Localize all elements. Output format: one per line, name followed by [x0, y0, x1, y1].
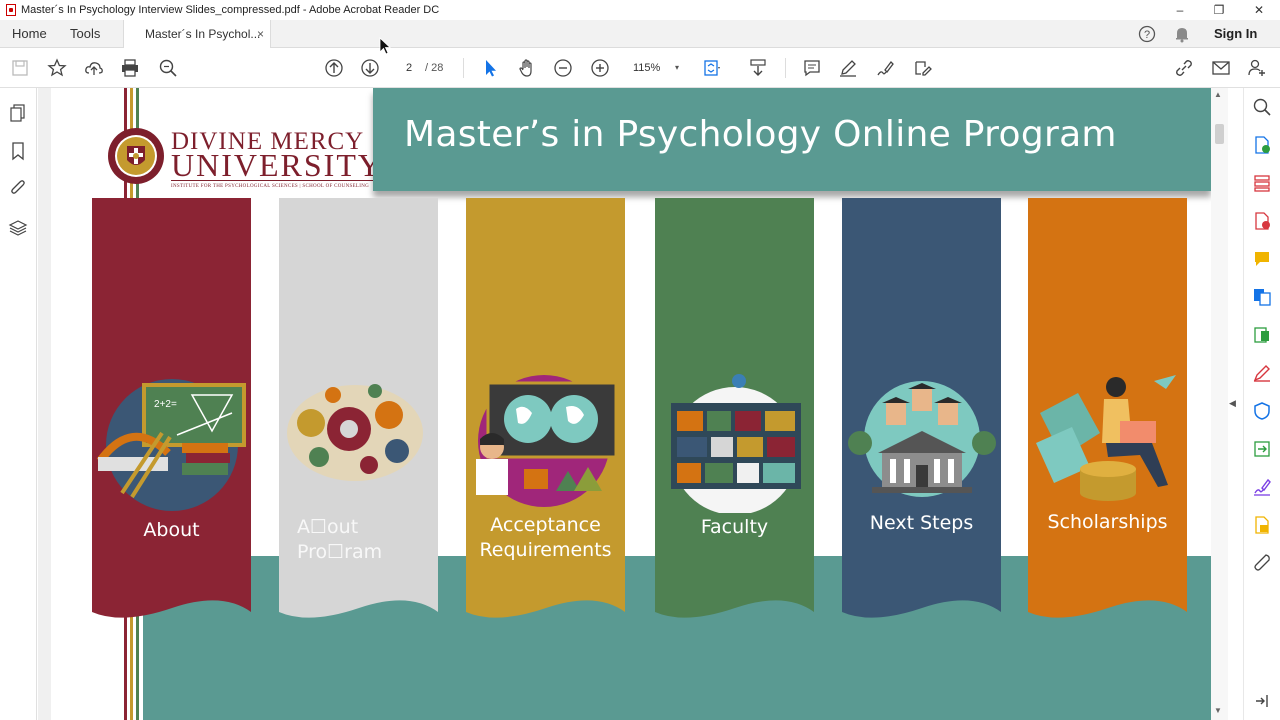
banner-faculty-label: Faculty: [700, 516, 769, 538]
banner-about-program-label: A☐out Pro☐ram: [297, 516, 383, 563]
combine-files-icon[interactable]: [1252, 287, 1272, 307]
scroll-down-arrow-icon[interactable]: ▼: [1214, 706, 1222, 715]
right-tools-panel: [1243, 88, 1280, 720]
comment-icon[interactable]: [800, 56, 824, 80]
tab-tools[interactable]: Tools: [70, 20, 100, 48]
gear-brain-icon: [287, 384, 423, 481]
upload-cloud-icon[interactable]: [82, 56, 106, 80]
add-user-icon[interactable]: [1245, 56, 1269, 80]
zoom-in-icon[interactable]: [588, 56, 612, 80]
zoom-level-value: 115%: [633, 62, 661, 74]
window-title: Master´s In Psychology Interview Slides_…: [21, 4, 440, 16]
help-icon[interactable]: ?: [1138, 25, 1156, 43]
search-tool-icon[interactable]: [1252, 97, 1272, 117]
money-laptop-person-icon: [1036, 375, 1176, 501]
close-tab-icon[interactable]: ×: [257, 20, 264, 48]
main-toolbar: 2 / 28 115% ▾: [0, 48, 1280, 88]
collapse-right-panel-icon[interactable]: ◀: [1229, 398, 1236, 409]
banner-faculty[interactable]: Faculty: [655, 198, 814, 628]
attachments-paperclip-icon[interactable]: [8, 178, 28, 198]
next-page-icon[interactable]: [358, 56, 382, 80]
current-page-input[interactable]: 2: [397, 59, 421, 77]
document-viewport: DIVINE MERCY UNIVERSITY INSTITUTE FOR TH…: [38, 88, 1211, 720]
left-nav-panel: [0, 88, 37, 720]
sign-pen-icon[interactable]: [873, 56, 897, 80]
minimize-button[interactable]: –: [1160, 0, 1200, 20]
toolbar-divider: [463, 58, 464, 78]
select-cursor-icon[interactable]: [478, 56, 502, 80]
logo-subline: INSTITUTE FOR THE PSYCHOLOGICAL SCIENCES…: [171, 184, 370, 189]
logo-line-university: UNIVERSITY: [171, 147, 383, 183]
previous-page-icon[interactable]: [322, 56, 346, 80]
layers-icon[interactable]: [8, 218, 28, 238]
pdf-page: DIVINE MERCY UNIVERSITY INSTITUTE FOR TH…: [51, 88, 1211, 720]
collapse-tools-panel-icon[interactable]: [1252, 691, 1272, 711]
email-icon[interactable]: [1209, 56, 1233, 80]
fill-sign-icon[interactable]: [910, 56, 934, 80]
slide-title: Master’s in Psychology Online Program: [404, 114, 1117, 155]
document-tab-label: Master´s In Psychol...: [145, 27, 261, 41]
banner-next-steps-label: Next Steps: [869, 512, 974, 534]
comment-tool-icon[interactable]: [1252, 249, 1272, 269]
university-seal-icon: [108, 128, 164, 184]
close-window-button[interactable]: ✕: [1239, 0, 1279, 20]
scrollbar-thumb[interactable]: [1215, 124, 1224, 144]
organize-pages-icon[interactable]: [1252, 173, 1272, 193]
protect-shield-icon[interactable]: [1252, 401, 1272, 421]
banner-scholarships[interactable]: Scholarships: [1028, 198, 1187, 628]
fill-sign-tool-icon[interactable]: [1252, 363, 1272, 383]
world-map-teacher-icon: [476, 375, 618, 507]
banner-about-label: About: [143, 519, 200, 541]
restore-button[interactable]: ❐: [1199, 0, 1239, 20]
send-for-review-icon[interactable]: [1252, 439, 1272, 459]
edit-pdf-icon[interactable]: [1252, 325, 1272, 345]
request-signature-icon[interactable]: [1252, 477, 1272, 497]
sign-in-button[interactable]: Sign In: [1214, 20, 1257, 48]
zoom-level-select[interactable]: 115% ▾: [625, 59, 683, 77]
scroll-mode-icon[interactable]: [746, 56, 770, 80]
banner-scholarships-label: Scholarships: [1047, 511, 1168, 533]
create-pdf-icon[interactable]: [1252, 211, 1272, 231]
tab-document[interactable]: Master´s In Psychol... ×: [123, 20, 271, 49]
banner-about[interactable]: 2+2= About: [92, 198, 251, 628]
banner-acceptance-requirements[interactable]: Acceptance Requirements: [466, 198, 625, 628]
tab-home[interactable]: Home: [12, 20, 47, 48]
graduates-building-icon: [848, 381, 996, 497]
export-pdf-icon[interactable]: [1252, 135, 1272, 155]
vertical-scrollbar[interactable]: ▲ ▼: [1211, 88, 1228, 720]
tab-bar: Home Tools Master´s In Psychol... × ? Si…: [0, 20, 1280, 49]
scroll-up-arrow-icon[interactable]: ▲: [1214, 90, 1222, 99]
svg-text:?: ?: [1144, 29, 1150, 41]
bookmarks-icon[interactable]: [8, 141, 28, 161]
zoom-out-icon[interactable]: [551, 56, 575, 80]
more-tools-wrench-icon[interactable]: [1252, 553, 1272, 573]
university-logo: DIVINE MERCY UNIVERSITY INSTITUTE FOR TH…: [107, 126, 383, 190]
bookshelf-icon: [671, 374, 801, 513]
window-title-bar: Master´s In Psychology Interview Slides_…: [0, 0, 1280, 20]
notifications-bell-icon[interactable]: [1173, 25, 1191, 43]
banner-acceptance-label: Acceptance Requirements: [479, 514, 612, 561]
classroom-board-icon: 2+2=: [96, 379, 246, 511]
print-icon[interactable]: [118, 56, 142, 80]
page-total: / 28: [425, 62, 444, 74]
stamp-icon[interactable]: [1252, 515, 1272, 535]
page-thumbnails-icon[interactable]: [8, 103, 28, 123]
svg-text:2+2=: 2+2=: [154, 399, 177, 410]
search-icon[interactable]: [156, 56, 180, 80]
mouse-cursor-icon: [379, 37, 391, 55]
fit-page-icon[interactable]: [700, 56, 724, 80]
share-link-icon[interactable]: [1172, 56, 1196, 80]
banner-about-program[interactable]: A☐out Pro☐ram: [279, 198, 438, 628]
bookmark-star-icon[interactable]: [45, 56, 69, 80]
pdf-app-icon: [6, 4, 16, 16]
banner-next-steps[interactable]: Next Steps: [842, 198, 1001, 628]
toolbar-divider: [785, 58, 786, 78]
chevron-down-icon: ▾: [674, 63, 679, 72]
hand-tool-icon[interactable]: [515, 56, 539, 80]
save-icon[interactable]: [8, 56, 32, 80]
highlight-pen-icon[interactable]: [836, 56, 860, 80]
